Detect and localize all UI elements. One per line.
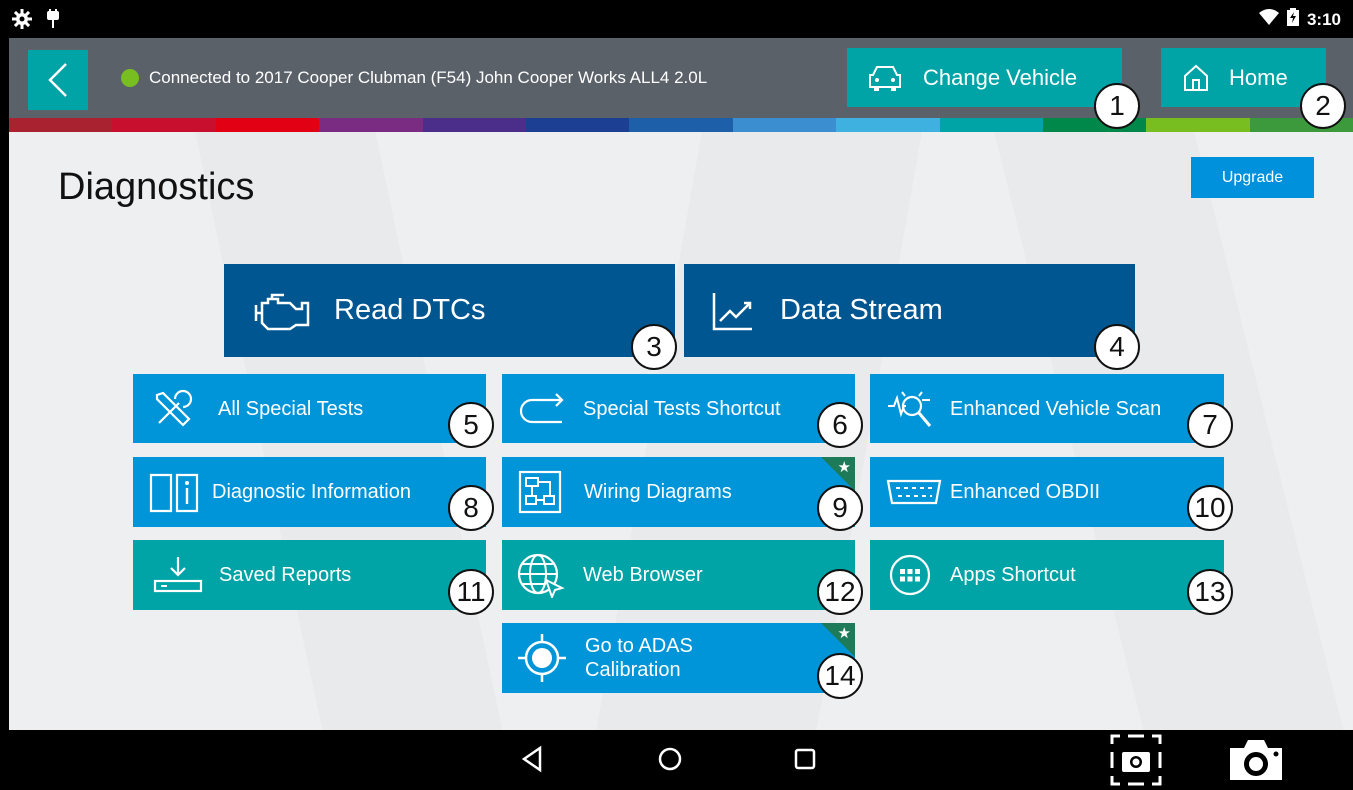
screenshot-icon xyxy=(1110,734,1162,786)
enhanced-obdii-tile[interactable]: Enhanced OBDII xyxy=(870,457,1224,527)
wiring-diagrams-tile[interactable]: Wiring Diagrams ★ xyxy=(502,457,855,527)
web-browser-tile[interactable]: Web Browser xyxy=(502,540,855,610)
brand-strip-segment xyxy=(732,118,837,132)
obd-connector-icon xyxy=(886,477,942,507)
enhanced-vehicle-scan-tile[interactable]: Enhanced Vehicle Scan xyxy=(870,374,1224,443)
info-book-icon xyxy=(149,471,199,513)
status-bar: 3:10 xyxy=(0,0,1353,38)
callout-4: 4 xyxy=(1094,324,1140,370)
car-icon xyxy=(869,65,901,91)
callout-14: 14 xyxy=(817,653,863,699)
data-stream-label: Data Stream xyxy=(780,294,943,327)
wiring-diagram-icon xyxy=(518,470,562,514)
web-browser-label: Web Browser xyxy=(583,564,703,586)
tools-icon xyxy=(153,389,193,429)
saved-reports-label: Saved Reports xyxy=(219,564,352,586)
scan-magnifier-icon xyxy=(886,388,936,430)
redirect-arrow-icon xyxy=(518,392,566,426)
all-special-tests-label: All Special Tests xyxy=(218,397,364,420)
callout-13: 13 xyxy=(1187,569,1233,615)
callout-6: 6 xyxy=(817,402,863,448)
brand-strip-segment xyxy=(215,118,320,132)
globe-cursor-icon xyxy=(516,552,566,598)
brand-strip-segment xyxy=(629,118,733,132)
callout-8: 8 xyxy=(448,485,494,531)
settings-icon xyxy=(12,9,32,34)
wiring-diagrams-label: Wiring Diagrams xyxy=(584,481,732,503)
brand-color-strip xyxy=(9,118,1353,132)
change-vehicle-button[interactable]: Change Vehicle xyxy=(847,48,1122,107)
debug-icon xyxy=(46,9,60,34)
callout-1: 1 xyxy=(1094,83,1140,129)
callout-10: 10 xyxy=(1187,485,1233,531)
download-tray-icon xyxy=(153,555,203,595)
home-circle-icon xyxy=(658,747,682,771)
saved-reports-tile[interactable]: Saved Reports xyxy=(133,540,486,610)
tablet-frame: 3:10 Connected to 2017 Cooper Clubman (F… xyxy=(0,0,1353,790)
camera-button[interactable] xyxy=(1226,736,1286,784)
apps-shortcut-tile[interactable]: Apps Shortcut xyxy=(870,540,1224,610)
brand-strip-segment xyxy=(836,118,940,132)
callout-7: 7 xyxy=(1187,402,1233,448)
star-icon: ★ xyxy=(837,459,851,476)
clock: 3:10 xyxy=(1306,9,1341,29)
brand-strip-segment xyxy=(422,118,526,132)
nav-recents-button[interactable] xyxy=(792,744,818,774)
brand-strip-segment xyxy=(112,118,216,132)
recents-square-icon xyxy=(794,748,816,770)
home-label: Home xyxy=(1229,64,1288,90)
wifi-icon xyxy=(1258,9,1279,30)
read-dtcs-tile[interactable]: Read DTCs xyxy=(224,264,675,357)
adas-calibration-label: Go to ADAS Calibration xyxy=(585,634,693,682)
home-icon xyxy=(1184,64,1208,91)
line-chart-icon xyxy=(712,291,754,331)
star-icon: ★ xyxy=(837,625,851,642)
screenshot-button[interactable] xyxy=(1108,732,1164,788)
battery-icon xyxy=(1286,8,1299,31)
system-nav-bar xyxy=(0,730,1353,790)
nav-back-button[interactable] xyxy=(520,744,544,774)
diagnostic-information-tile[interactable]: Diagnostic Information xyxy=(133,457,486,527)
callout-5: 5 xyxy=(448,402,494,448)
adas-label-line2: Calibration xyxy=(585,659,681,681)
callout-11: 11 xyxy=(448,569,494,615)
back-triangle-icon xyxy=(521,745,542,773)
back-button[interactable] xyxy=(28,50,88,110)
connected-indicator-icon xyxy=(121,69,139,87)
camera-icon xyxy=(1230,740,1282,780)
engine-icon xyxy=(254,291,312,331)
change-vehicle-label: Change Vehicle xyxy=(923,64,1078,90)
enhanced-obdii-label: Enhanced OBDII xyxy=(950,481,1101,503)
callout-9: 9 xyxy=(817,485,863,531)
page-title: Diagnostics xyxy=(58,166,255,208)
app-header: Connected to 2017 Cooper Clubman (F54) J… xyxy=(9,38,1353,118)
app-screen: Connected to 2017 Cooper Clubman (F54) J… xyxy=(9,38,1353,730)
connection-status: Connected to 2017 Cooper Clubman (F54) J… xyxy=(121,68,707,88)
target-icon xyxy=(516,632,568,684)
special-tests-shortcut-label: Special Tests Shortcut xyxy=(583,397,781,420)
chevron-left-icon xyxy=(48,63,67,97)
upgrade-button[interactable]: Upgrade xyxy=(1191,157,1314,198)
connection-status-text: Connected to 2017 Cooper Clubman (F54) J… xyxy=(149,68,708,87)
adas-calibration-tile[interactable]: Go to ADAS Calibration ★ xyxy=(502,623,855,693)
brand-strip-segment xyxy=(9,118,113,132)
diagnostic-information-label: Diagnostic Information xyxy=(212,481,411,503)
brand-strip-segment xyxy=(1146,118,1250,132)
callout-3: 3 xyxy=(631,324,677,370)
nav-home-button[interactable] xyxy=(656,744,684,774)
brand-strip-segment xyxy=(319,118,423,132)
adas-label-line1: Go to ADAS xyxy=(585,635,693,657)
brand-strip-segment xyxy=(939,118,1043,132)
enhanced-vehicle-scan-label: Enhanced Vehicle Scan xyxy=(950,397,1162,420)
callout-2: 2 xyxy=(1300,83,1346,129)
apps-grid-icon xyxy=(888,553,932,597)
apps-shortcut-label: Apps Shortcut xyxy=(950,564,1076,586)
brand-strip-segment xyxy=(525,118,630,132)
data-stream-tile[interactable]: Data Stream xyxy=(684,264,1135,357)
read-dtcs-label: Read DTCs xyxy=(334,294,486,327)
all-special-tests-tile[interactable]: All Special Tests xyxy=(133,374,486,443)
special-tests-shortcut-tile[interactable]: Special Tests Shortcut xyxy=(502,374,855,443)
callout-12: 12 xyxy=(817,569,863,615)
